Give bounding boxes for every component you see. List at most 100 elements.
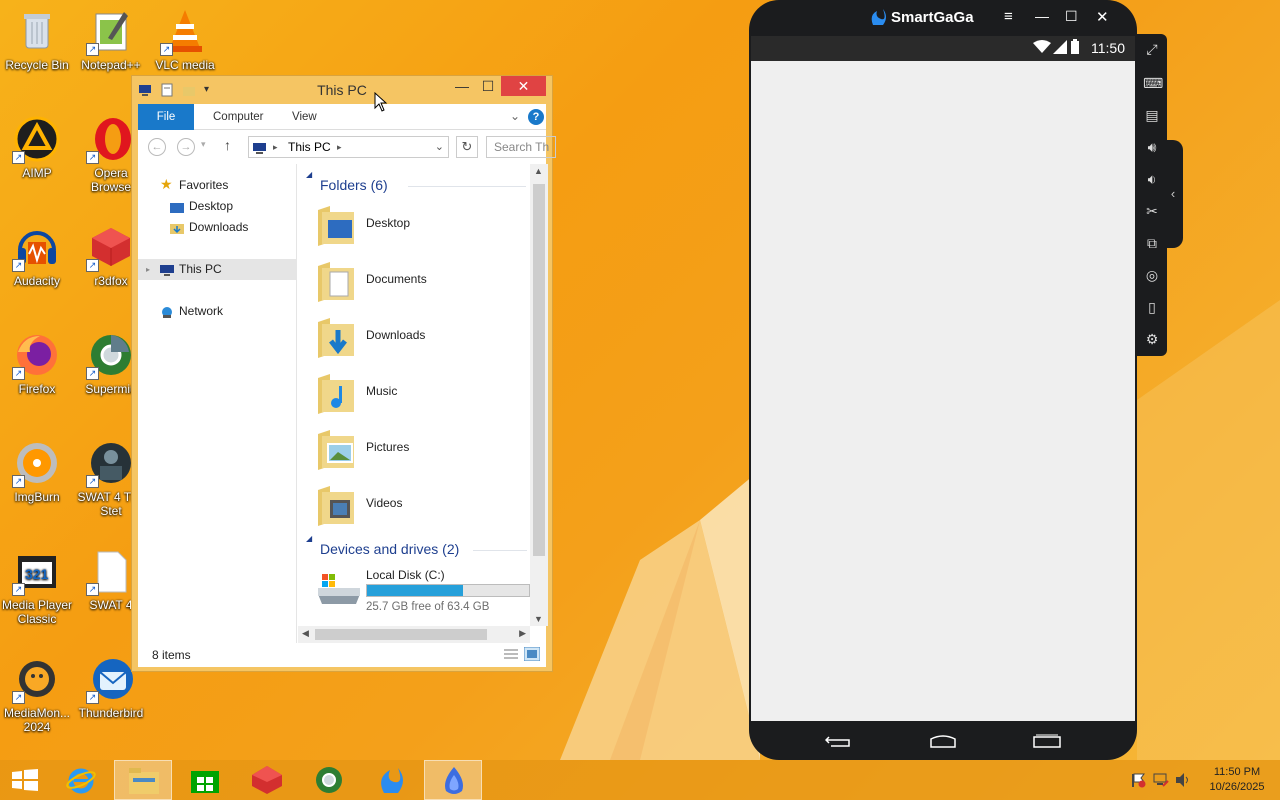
settings-gear-icon[interactable]: ⚙: [1143, 330, 1161, 348]
taskbar-file-explorer[interactable]: [114, 760, 172, 800]
tab-file[interactable]: File: [138, 104, 194, 130]
taskbar-supermium[interactable]: [300, 760, 358, 800]
title-bar[interactable]: ▾ This PC — ☐ ✕: [132, 76, 552, 104]
nav-label: This PC: [179, 262, 222, 276]
breadcrumb-separator-icon[interactable]: ▸: [337, 137, 342, 157]
up-button[interactable]: ↑: [224, 137, 231, 153]
minimize-button[interactable]: —: [448, 76, 476, 96]
start-button[interactable]: [0, 760, 50, 800]
tab-computer[interactable]: Computer: [200, 104, 277, 130]
apk-install-icon[interactable]: ▤: [1143, 106, 1161, 124]
maximize-button[interactable]: ☐: [1065, 8, 1078, 25]
action-center-flag-icon[interactable]: [1130, 772, 1146, 791]
search-input[interactable]: Search Th: [486, 136, 556, 158]
nav-label: Desktop: [189, 199, 234, 213]
clock[interactable]: 11:50 PM 10/26/2025: [1200, 765, 1274, 795]
nav-desktop[interactable]: Desktop: [138, 196, 296, 217]
desktop-icon-vlc[interactable]: ↗ VLC media: [148, 8, 222, 72]
back-nav-icon[interactable]: [824, 734, 851, 751]
close-button[interactable]: ✕: [1096, 8, 1109, 26]
refresh-button[interactable]: ↻: [456, 136, 478, 158]
expand-arrow-icon[interactable]: ▸: [146, 259, 150, 280]
folder-desktop[interactable]: Desktop: [316, 200, 516, 252]
nav-favorites[interactable]: ★ Favorites: [138, 175, 296, 196]
recents-nav-icon[interactable]: [1033, 734, 1061, 751]
taskbar-smartgaga[interactable]: [362, 760, 420, 800]
collapse-arrow-icon[interactable]: ◢: [306, 534, 312, 543]
home-nav-icon[interactable]: [929, 734, 957, 751]
drive-local-disk-c[interactable]: Local Disk (C:) 25.7 GB free of 63.4 GB: [316, 566, 530, 614]
large-icons-view-icon[interactable]: [523, 646, 541, 664]
desktop-icon-audacity[interactable]: ↗ Audacity: [0, 224, 74, 288]
scroll-down-arrow-icon[interactable]: ▼: [534, 614, 543, 624]
folder-videos[interactable]: Videos: [316, 480, 516, 532]
tab-view[interactable]: View: [279, 104, 330, 130]
scroll-up-arrow-icon[interactable]: ▲: [534, 166, 543, 176]
details-view-icon[interactable]: [504, 648, 518, 663]
devices-group-header[interactable]: Devices and drives (2): [320, 541, 459, 557]
scroll-thumb[interactable]: [533, 184, 545, 556]
fullscreen-icon[interactable]: ⤢: [1143, 40, 1161, 58]
vertical-scrollbar[interactable]: ▲ ▼: [530, 164, 548, 626]
folder-downloads[interactable]: Downloads: [316, 312, 516, 364]
address-box[interactable]: ▸ This PC ▸ ⌄: [248, 136, 449, 158]
pictures-folder-icon: [316, 426, 356, 470]
thunderbird-icon: ↗: [86, 656, 134, 704]
volume-up-icon[interactable]: 🔊︎: [1143, 138, 1161, 156]
nav-this-pc[interactable]: ▸ This PC: [138, 259, 296, 280]
folder-documents[interactable]: Documents: [316, 256, 516, 308]
keyboard-icon[interactable]: ⌨: [1143, 74, 1163, 92]
screenshot-scissors-icon[interactable]: ✂: [1143, 202, 1161, 220]
folders-group-header[interactable]: Folders (6): [320, 177, 388, 193]
location-icon[interactable]: ◎: [1143, 266, 1161, 284]
desktop-icon-label: VLC media: [155, 58, 215, 72]
menu-icon[interactable]: ≡: [1004, 8, 1013, 25]
volume-tray-icon[interactable]: [1175, 772, 1191, 791]
volume-down-icon[interactable]: 🔉︎: [1143, 170, 1161, 188]
desktop-icon-recycle-bin[interactable]: Recycle Bin: [0, 8, 74, 72]
scroll-thumb[interactable]: [315, 629, 487, 640]
desktop-icon-label: Notepad++: [81, 58, 141, 72]
shortcut-arrow-icon: ↗: [160, 43, 173, 56]
network-tray-icon[interactable]: [1153, 772, 1169, 791]
recent-locations-dropdown-icon[interactable]: ▾: [201, 139, 206, 150]
minimize-button[interactable]: —: [1035, 8, 1049, 24]
multi-instance-icon[interactable]: ⧉: [1143, 234, 1161, 252]
shake-icon[interactable]: ▯: [1143, 298, 1161, 316]
nav-downloads[interactable]: Downloads: [138, 217, 296, 238]
taskbar-internet-explorer[interactable]: [52, 760, 110, 800]
close-button[interactable]: ✕: [501, 76, 546, 96]
desktop-icon-firefox[interactable]: ↗ Firefox: [0, 332, 74, 396]
collapse-arrow-icon[interactable]: ◢: [306, 170, 312, 179]
desktop-icon-mpc[interactable]: 321 ↗ Media Player Classic: [0, 548, 74, 626]
breadcrumb-this-pc[interactable]: This PC: [288, 137, 331, 157]
desktop-icon-notepadpp[interactable]: ↗ Notepad++: [74, 8, 148, 72]
address-dropdown-icon[interactable]: ⌄: [435, 137, 444, 157]
maximize-button[interactable]: ☐: [474, 76, 502, 96]
help-icon[interactable]: ?: [528, 109, 544, 125]
desktop-icon-aimp[interactable]: ↗ AIMP: [0, 116, 74, 180]
nav-label: Downloads: [189, 220, 249, 234]
desktop-icon-mediamonkey[interactable]: ↗ MediaMon... 2024: [0, 656, 74, 734]
taskbar-r3dfox[interactable]: [238, 760, 296, 800]
folder-pictures[interactable]: Pictures: [316, 424, 516, 476]
emulator-side-toolbar: ⤢ ⌨ ▤ 🔊︎ 🔉︎ ✂ ⧉ ◎ ▯ ⚙: [1137, 34, 1167, 356]
nav-pane-divider[interactable]: [296, 164, 297, 643]
expand-ribbon-icon[interactable]: ⌄: [510, 109, 520, 123]
emulator-title-bar[interactable]: SmartGaGa ≡ — ☐ ✕: [749, 0, 1137, 36]
breadcrumb-separator-icon[interactable]: ▸: [273, 137, 278, 157]
taskbar-smartgaga-instance[interactable]: [424, 760, 482, 800]
taskbar-store[interactable]: [176, 760, 234, 800]
scroll-left-arrow-icon[interactable]: ◀: [302, 628, 309, 639]
forward-button[interactable]: →: [177, 138, 195, 156]
item-count: 8 items: [152, 648, 191, 662]
horizontal-scrollbar[interactable]: ◀ ▶: [298, 626, 530, 643]
folder-music[interactable]: Music: [316, 368, 516, 420]
android-screen[interactable]: [751, 61, 1135, 721]
emulator-window: SmartGaGa ≡ — ☐ ✕ 11:50: [749, 0, 1137, 760]
scroll-right-arrow-icon[interactable]: ▶: [519, 628, 526, 639]
nav-network[interactable]: Network: [138, 301, 296, 322]
documents-folder-icon: [316, 258, 356, 302]
desktop-icon-imgburn[interactable]: ↗ ImgBurn: [0, 440, 74, 504]
back-button[interactable]: ←: [148, 138, 166, 156]
